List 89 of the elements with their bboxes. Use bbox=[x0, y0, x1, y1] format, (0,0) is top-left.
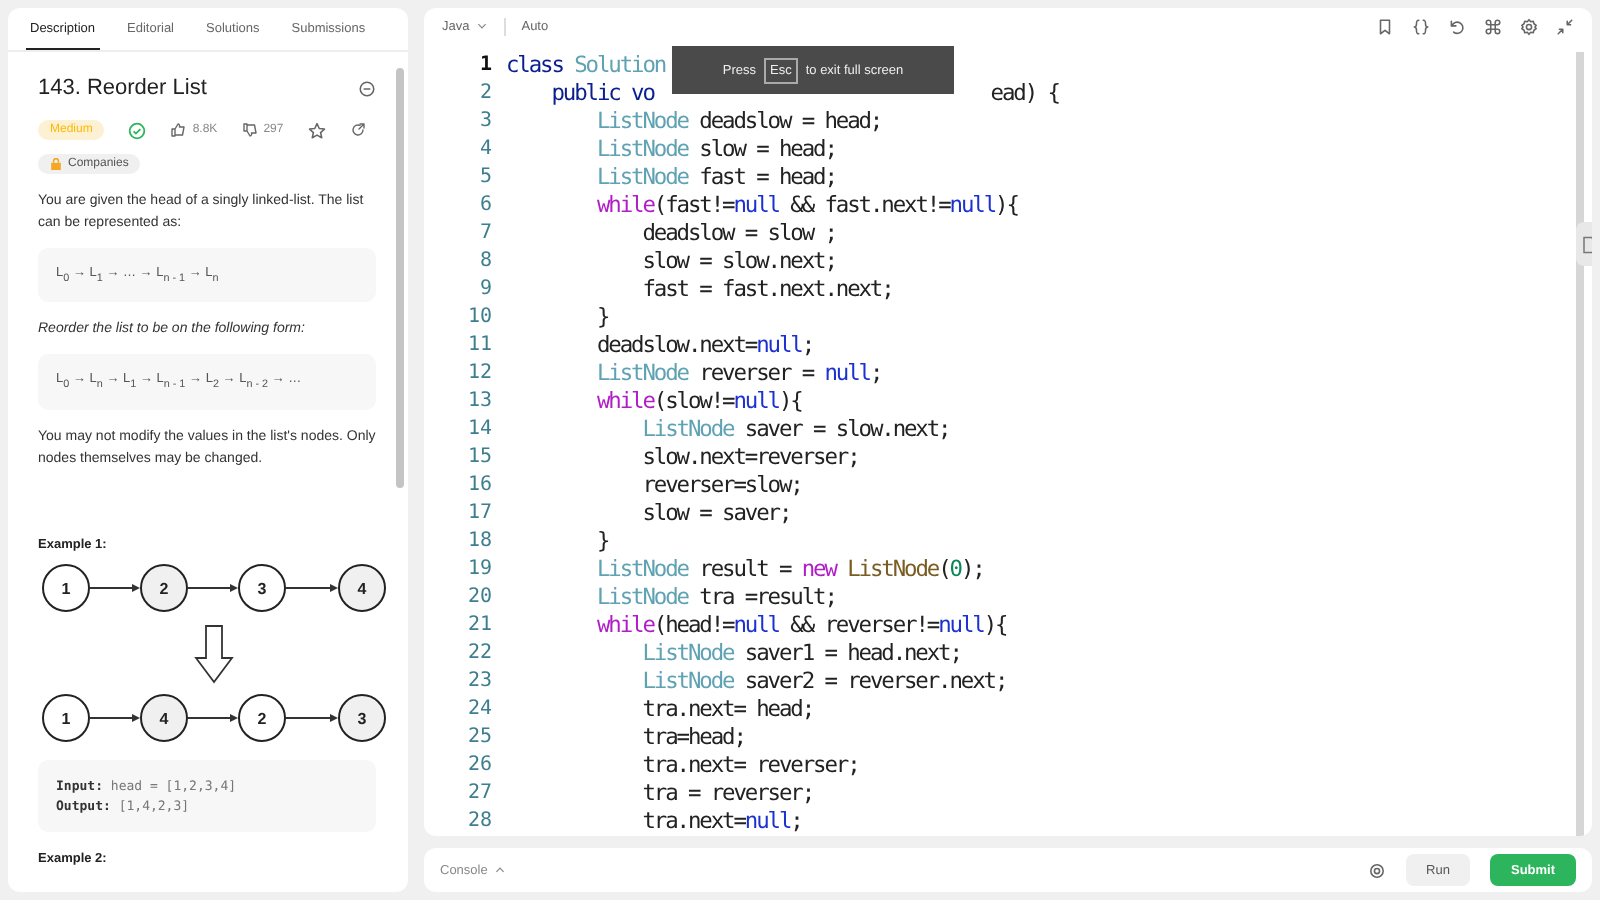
line-number: 11 bbox=[465, 332, 494, 360]
code-line: ListNode saver1 = head.next; bbox=[640, 640, 961, 668]
code-line: ListNode slow = head; bbox=[594, 136, 836, 164]
code-line: } bbox=[594, 304, 609, 332]
line-number: 21 bbox=[465, 612, 494, 640]
chevron-up-icon bbox=[493, 864, 506, 876]
code-line: reverser=slow; bbox=[640, 472, 802, 500]
code-line: fast = fast.next.next; bbox=[640, 276, 893, 304]
arrow bbox=[187, 583, 238, 592]
list-node: 4 bbox=[338, 563, 386, 612]
line-number: 23 bbox=[465, 668, 494, 696]
list-node: 1 bbox=[42, 563, 90, 612]
line-number: 10 bbox=[465, 304, 494, 332]
braces-icon[interactable] bbox=[1412, 17, 1430, 35]
code-line: slow = saver; bbox=[640, 500, 791, 528]
code-line: public vo ead) { bbox=[549, 80, 1059, 108]
line-number: 28 bbox=[465, 808, 494, 836]
line-number: 1 bbox=[477, 52, 494, 80]
arrow bbox=[285, 583, 338, 592]
code-line: ListNode tra =result; bbox=[594, 584, 836, 612]
line-number: 6 bbox=[477, 192, 494, 220]
code-line: slow.next=reverser; bbox=[640, 444, 859, 472]
code-line: deadslow = slow ; bbox=[640, 220, 836, 248]
settings-icon[interactable] bbox=[1520, 17, 1538, 35]
arrow bbox=[187, 713, 238, 722]
list-node: 3 bbox=[238, 563, 286, 612]
list-node: 1 bbox=[42, 693, 90, 742]
lock-icon bbox=[50, 158, 62, 170]
line-number: 9 bbox=[477, 276, 494, 304]
settings-icon[interactable] bbox=[1368, 861, 1386, 879]
bookmark-icon[interactable] bbox=[1376, 17, 1394, 35]
down-arrow-icon bbox=[194, 624, 234, 683]
code-line: ListNode reverser = null; bbox=[594, 360, 882, 388]
arrow bbox=[89, 583, 140, 592]
code-line: tra = reverser; bbox=[640, 780, 814, 808]
line-number: 16 bbox=[465, 472, 494, 500]
line-number: 13 bbox=[465, 388, 494, 416]
code-line: ListNode result = new ListNode(0); bbox=[594, 556, 984, 584]
line-number: 17 bbox=[465, 500, 494, 528]
code-line: deadslow.next=null; bbox=[594, 332, 814, 360]
line-number: 8 bbox=[477, 248, 494, 276]
code-line: ListNode saver2 = reverser.next; bbox=[640, 668, 1007, 696]
line-number: 26 bbox=[465, 752, 494, 780]
code-line: tra.next= head; bbox=[640, 696, 814, 724]
code-line: while(fast!=null && fast.next!=null){ bbox=[594, 192, 1018, 220]
line-number: 27 bbox=[465, 780, 494, 808]
code-line: } bbox=[594, 528, 609, 556]
line-number: 22 bbox=[465, 640, 494, 668]
line-number: 5 bbox=[477, 164, 494, 192]
collapse-icon[interactable] bbox=[1556, 17, 1574, 35]
scrollbar[interactable] bbox=[396, 68, 404, 488]
arrow bbox=[285, 713, 338, 722]
arrow bbox=[89, 713, 140, 722]
line-number: 19 bbox=[465, 556, 494, 584]
line-number: 24 bbox=[465, 696, 494, 724]
code-line: ListNode fast = head; bbox=[594, 164, 836, 192]
thumbs-down-icon[interactable] bbox=[241, 122, 258, 138]
code-line: slow = slow.next; bbox=[640, 248, 836, 276]
code-line: tra.next=null; bbox=[640, 808, 802, 836]
line-number: 2 bbox=[477, 80, 494, 108]
chevron-down-icon bbox=[475, 20, 488, 32]
list-node: 2 bbox=[140, 563, 188, 612]
line-number: 7 bbox=[477, 220, 494, 248]
code-line: while(head!=null && reverser!=null){ bbox=[594, 612, 1007, 640]
line-number: 20 bbox=[465, 584, 494, 612]
thumbs-up-icon[interactable] bbox=[170, 122, 187, 138]
undo-icon[interactable] bbox=[1448, 17, 1466, 35]
code-line: while(slow!=null){ bbox=[594, 388, 802, 416]
list-node: 2 bbox=[238, 693, 286, 742]
code-line: class Solution bbox=[506, 52, 666, 80]
line-number: 4 bbox=[477, 136, 494, 164]
code-line: ListNode saver = slow.next; bbox=[640, 416, 950, 444]
line-number: 14 bbox=[465, 416, 494, 444]
line-number: 18 bbox=[465, 528, 494, 556]
list-node: 3 bbox=[338, 693, 386, 742]
line-number: 3 bbox=[477, 108, 494, 136]
problem-title: 143. Reorder List bbox=[38, 76, 207, 100]
command-icon[interactable] bbox=[1484, 17, 1502, 35]
scrollbar[interactable] bbox=[1576, 52, 1584, 836]
share-icon[interactable] bbox=[349, 122, 366, 138]
line-number: 12 bbox=[465, 360, 494, 388]
code-line: tra.next= reverser; bbox=[640, 752, 859, 780]
list-node: 4 bbox=[140, 693, 188, 742]
line-number: 25 bbox=[465, 724, 494, 752]
code-line: tra=head; bbox=[640, 724, 745, 752]
code-line: ListNode deadslow = head; bbox=[594, 108, 882, 136]
more-icon[interactable] bbox=[358, 79, 376, 97]
star-icon[interactable] bbox=[307, 121, 326, 139]
line-number: 15 bbox=[465, 444, 494, 472]
